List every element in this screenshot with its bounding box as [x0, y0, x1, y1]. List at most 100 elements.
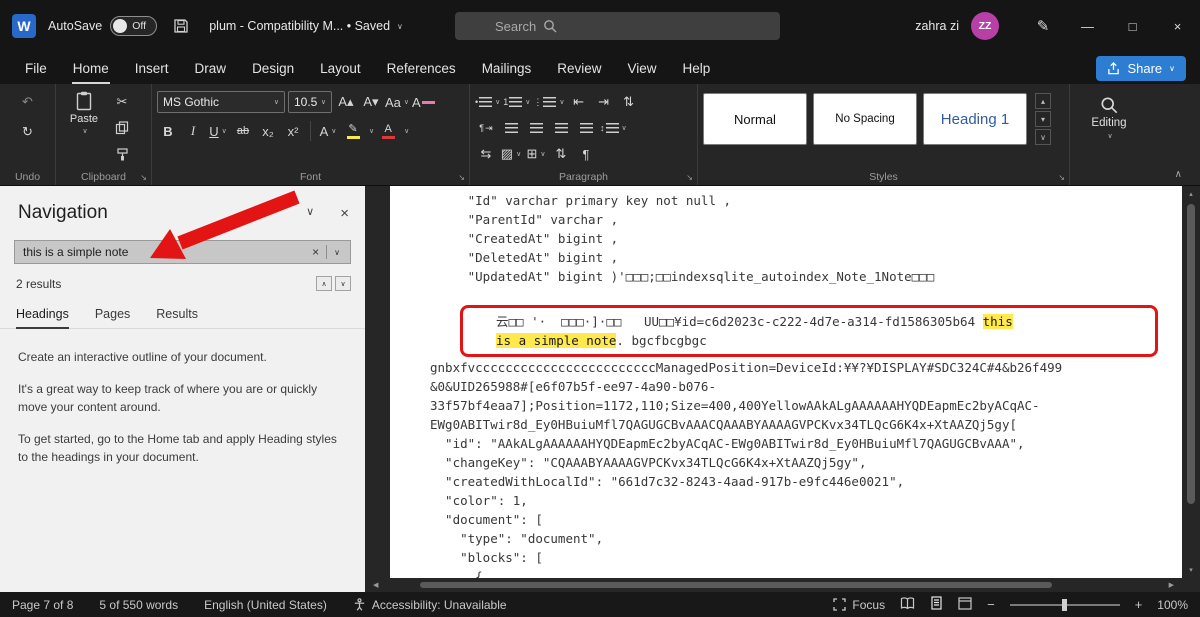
minimize-button[interactable]: —: [1065, 0, 1110, 52]
share-button[interactable]: Share ∨: [1096, 56, 1186, 81]
show-paragraph-marks-button[interactable]: ¶: [575, 143, 597, 165]
inking-icon[interactable]: ✎: [1021, 0, 1065, 52]
tab-help[interactable]: Help: [670, 52, 724, 84]
document-title[interactable]: plum - Compatibility M... • Saved: [209, 19, 390, 33]
save-button[interactable]: [173, 18, 189, 34]
tab-references[interactable]: References: [374, 52, 469, 84]
document-canvas[interactable]: "Id" varchar primary key not null , "Par…: [390, 186, 1182, 578]
autosave-toggle[interactable]: Off: [110, 16, 157, 36]
line-spacing-button[interactable]: ↕∨: [600, 117, 627, 139]
tab-home[interactable]: Home: [60, 52, 122, 84]
tab-design[interactable]: Design: [239, 52, 307, 84]
bold-button[interactable]: B: [157, 120, 179, 142]
numbering-button[interactable]: 1∨: [503, 91, 530, 113]
tab-view[interactable]: View: [614, 52, 669, 84]
multilevel-list-button[interactable]: ⋮∨: [533, 91, 564, 113]
pane-chevron-icon[interactable]: ∨: [306, 205, 314, 222]
shading-button[interactable]: ▨∨: [500, 143, 522, 165]
highlight-color-button[interactable]: ✎: [342, 120, 364, 142]
previous-result-button[interactable]: ∧: [316, 276, 332, 291]
copy-button[interactable]: [111, 117, 133, 139]
tab-file[interactable]: File: [12, 52, 60, 84]
font-name-select[interactable]: MS Gothic ∨: [157, 91, 285, 113]
sort-az-button[interactable]: ⇅: [550, 143, 572, 165]
align-right-button[interactable]: [550, 117, 572, 139]
print-layout-button[interactable]: [930, 596, 943, 613]
tab-results[interactable]: Results: [156, 307, 198, 328]
tab-review[interactable]: Review: [544, 52, 614, 84]
tab-draw[interactable]: Draw: [182, 52, 240, 84]
format-painter-button[interactable]: [111, 143, 133, 165]
pane-close-icon[interactable]: ×: [340, 205, 349, 222]
tab-mailings[interactable]: Mailings: [469, 52, 545, 84]
strikethrough-button[interactable]: ab: [232, 120, 254, 142]
title-chevron-icon[interactable]: ∨: [397, 22, 403, 31]
align-center-button[interactable]: [525, 117, 547, 139]
undo-button[interactable]: ↶: [17, 91, 39, 113]
styles-dialog-launcher-icon[interactable]: ↘: [1058, 173, 1065, 182]
tab-pages[interactable]: Pages: [95, 307, 130, 328]
shrink-font-button[interactable]: A▾: [360, 91, 382, 113]
zoom-slider[interactable]: [1010, 604, 1120, 606]
horizontal-scroll-thumb[interactable]: [420, 582, 1052, 588]
close-button[interactable]: ×: [1155, 0, 1200, 52]
tab-headings[interactable]: Headings: [16, 307, 69, 328]
zoom-in-button[interactable]: +: [1135, 597, 1143, 612]
web-layout-button[interactable]: [958, 597, 972, 613]
text-direction-button[interactable]: ¶⇥: [475, 117, 497, 139]
font-size-select[interactable]: 10.5 ∨: [288, 91, 332, 113]
redo-button[interactable]: ↻: [17, 121, 39, 143]
horizontal-scrollbar[interactable]: ◀ ▶: [365, 578, 1182, 592]
paste-chevron-icon[interactable]: ∨: [82, 127, 87, 135]
highlight-chevron-icon[interactable]: ∨: [369, 127, 374, 135]
superscript-button[interactable]: x²: [282, 120, 304, 142]
styles-scroll-down-button[interactable]: ▾: [1035, 111, 1051, 127]
search-options-chevron-icon[interactable]: ∨: [327, 248, 344, 257]
sort-button[interactable]: ⇅: [618, 91, 640, 113]
bullets-button[interactable]: •∨: [475, 91, 500, 113]
styles-more-button[interactable]: ∨: [1035, 129, 1051, 145]
scroll-down-icon[interactable]: ▾: [1182, 566, 1200, 574]
clipboard-dialog-launcher-icon[interactable]: ↘: [140, 173, 147, 182]
vertical-scrollbar[interactable]: ▴ ▾: [1182, 186, 1200, 578]
tab-insert[interactable]: Insert: [122, 52, 182, 84]
style-normal[interactable]: Normal: [703, 93, 807, 145]
read-mode-button[interactable]: [900, 597, 915, 613]
font-color-button[interactable]: A: [377, 120, 399, 142]
word-count[interactable]: 5 of 550 words: [99, 598, 178, 612]
scroll-right-icon[interactable]: ▶: [1169, 578, 1174, 592]
cut-button[interactable]: ✂: [111, 91, 133, 113]
paragraph-dialog-launcher-icon[interactable]: ↘: [686, 173, 693, 182]
text-effects-button[interactable]: A∨: [317, 120, 339, 142]
vertical-scroll-thumb[interactable]: [1187, 204, 1195, 504]
justify-button[interactable]: [575, 117, 597, 139]
zoom-level[interactable]: 100%: [1157, 598, 1188, 612]
italic-button[interactable]: I: [182, 120, 204, 142]
maximize-button[interactable]: □: [1110, 0, 1155, 52]
language-indicator[interactable]: English (United States): [204, 598, 327, 612]
zoom-slider-thumb[interactable]: [1062, 599, 1067, 611]
user-name[interactable]: zahra zi: [915, 19, 959, 33]
paragraph-direction-button[interactable]: ⇆: [475, 143, 497, 165]
page-indicator[interactable]: Page 7 of 8: [12, 598, 73, 612]
style-no-spacing[interactable]: No Spacing: [813, 93, 917, 145]
zoom-out-button[interactable]: −: [987, 597, 995, 612]
accessibility-status[interactable]: Accessibility: Unavailable: [353, 598, 507, 612]
tab-layout[interactable]: Layout: [307, 52, 374, 84]
next-result-button[interactable]: ∨: [335, 276, 351, 291]
style-heading1[interactable]: Heading 1: [923, 93, 1027, 145]
scroll-left-icon[interactable]: ◀: [373, 578, 378, 592]
increase-indent-button[interactable]: ⇥: [593, 91, 615, 113]
scroll-up-icon[interactable]: ▴: [1182, 190, 1200, 198]
paste-button[interactable]: Paste ∨: [61, 91, 107, 169]
align-left-button[interactable]: [500, 117, 522, 139]
grow-font-button[interactable]: A▴: [335, 91, 357, 113]
styles-scroll-up-button[interactable]: ▴: [1035, 93, 1051, 109]
editing-group[interactable]: Editing ∨: [1070, 84, 1148, 185]
search-box[interactable]: Search: [455, 12, 780, 40]
font-dialog-launcher-icon[interactable]: ↘: [458, 173, 465, 182]
underline-button[interactable]: U∨: [207, 120, 229, 142]
subscript-button[interactable]: x₂: [257, 120, 279, 142]
borders-button[interactable]: ⊞∨: [525, 143, 547, 165]
navigation-search-input[interactable]: this is a simple note × ∨: [14, 240, 351, 264]
